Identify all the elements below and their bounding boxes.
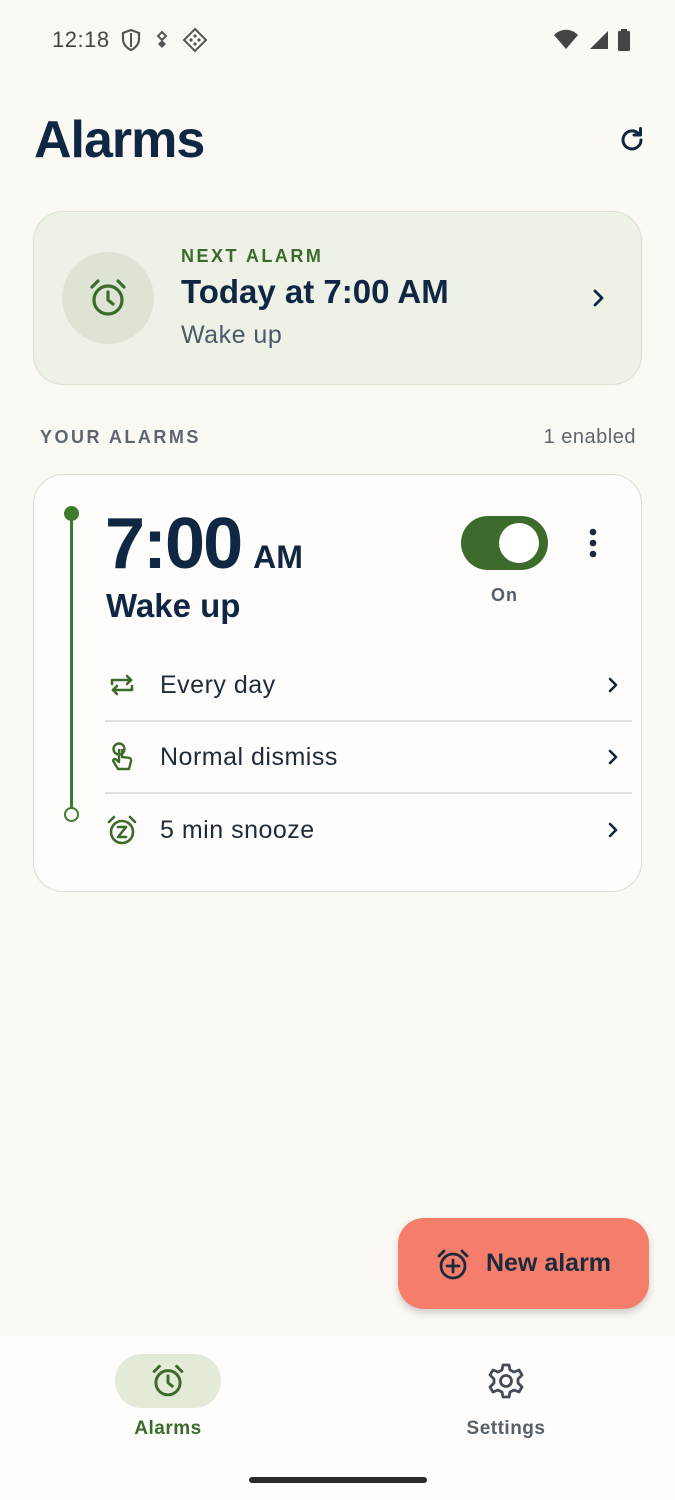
repeat-icon: [105, 668, 139, 702]
battery-icon: [617, 28, 631, 52]
option-label: Normal dismiss: [160, 742, 338, 771]
chevron-right-icon: [583, 283, 613, 313]
chevron-right-icon: [598, 670, 628, 700]
status-left: 12:18: [52, 27, 208, 53]
chevron-right-icon: [598, 815, 628, 845]
wifi-icon: [553, 29, 579, 51]
bottom-nav: Alarms Settings: [0, 1336, 675, 1500]
toggle-label: On: [491, 585, 518, 605]
next-alarm-name: Wake up: [181, 321, 283, 349]
refresh-icon: [621, 127, 643, 151]
next-alarm-icon-circle: [62, 252, 154, 344]
status-bar: 12:18: [0, 0, 675, 80]
chevron-right-icon: [598, 742, 628, 772]
option-label: Every day: [160, 670, 276, 699]
nav-item-settings[interactable]: Settings: [406, 1354, 606, 1440]
timeline-line: [70, 513, 73, 815]
home-indicator[interactable]: [249, 1477, 427, 1483]
option-repeat[interactable]: Every day: [105, 650, 632, 722]
alarm-name: Wake up: [106, 587, 241, 624]
diamond-grid-icon: [182, 27, 208, 53]
alarm-clock-icon: [90, 279, 126, 316]
gear-icon: [488, 1363, 524, 1399]
next-alarm-card[interactable]: NEXT ALARM Today at 7:00 AM Wake up: [33, 211, 642, 385]
more-vert-icon: [589, 528, 597, 558]
alarm-clock-icon: [152, 1364, 184, 1397]
next-alarm-label: NEXT ALARM: [181, 246, 324, 266]
alarm-ampm: AM: [253, 539, 303, 575]
tap-icon: [105, 740, 139, 774]
timeline-dot-end: [64, 807, 79, 822]
snooze-icon: [105, 813, 139, 847]
status-time: 12:18: [52, 27, 110, 52]
nav-label-settings: Settings: [466, 1418, 546, 1439]
toggle-knob: [499, 523, 539, 563]
option-snooze[interactable]: 5 min snooze: [105, 794, 632, 866]
nav-icon-wrap: [453, 1354, 559, 1408]
nav-label-alarms: Alarms: [134, 1418, 202, 1439]
add-alarm-icon: [437, 1249, 469, 1279]
next-alarm-time: Today at 7:00 AM: [181, 273, 449, 310]
section-header: YOUR ALARMS 1 enabled: [40, 426, 636, 449]
next-alarm-text: NEXT ALARM Today at 7:00 AM Wake up: [181, 246, 583, 350]
new-alarm-label: New alarm: [485, 1249, 612, 1277]
alarm-enable-toggle[interactable]: [461, 516, 548, 570]
new-alarm-button[interactable]: New alarm: [398, 1218, 649, 1309]
alarm-options: Every day Normal dismiss 5 min snooze: [105, 650, 632, 866]
enabled-count: 1 enabled: [543, 426, 636, 448]
alarm-time-row: 7:00 AM: [105, 503, 303, 585]
refresh-button[interactable]: [612, 120, 652, 160]
header: Alarms: [34, 108, 652, 172]
nav-active-indicator: [115, 1354, 221, 1408]
option-dismiss[interactable]: Normal dismiss: [105, 722, 632, 794]
more-options-button[interactable]: [580, 524, 606, 562]
option-label: 5 min snooze: [160, 815, 315, 844]
page-title: Alarms: [34, 111, 205, 169]
location-icon: [152, 29, 172, 51]
section-title: YOUR ALARMS: [40, 427, 201, 447]
status-right: [553, 28, 631, 52]
nav-item-alarms[interactable]: Alarms: [68, 1354, 268, 1440]
alarm-card[interactable]: 7:00 AM Wake up On Every day Normal dism…: [33, 474, 642, 892]
shield-icon: [120, 28, 142, 52]
timeline-dot-start: [64, 506, 79, 521]
alarm-time: 7:00: [105, 504, 243, 584]
cellular-icon: [587, 29, 609, 51]
